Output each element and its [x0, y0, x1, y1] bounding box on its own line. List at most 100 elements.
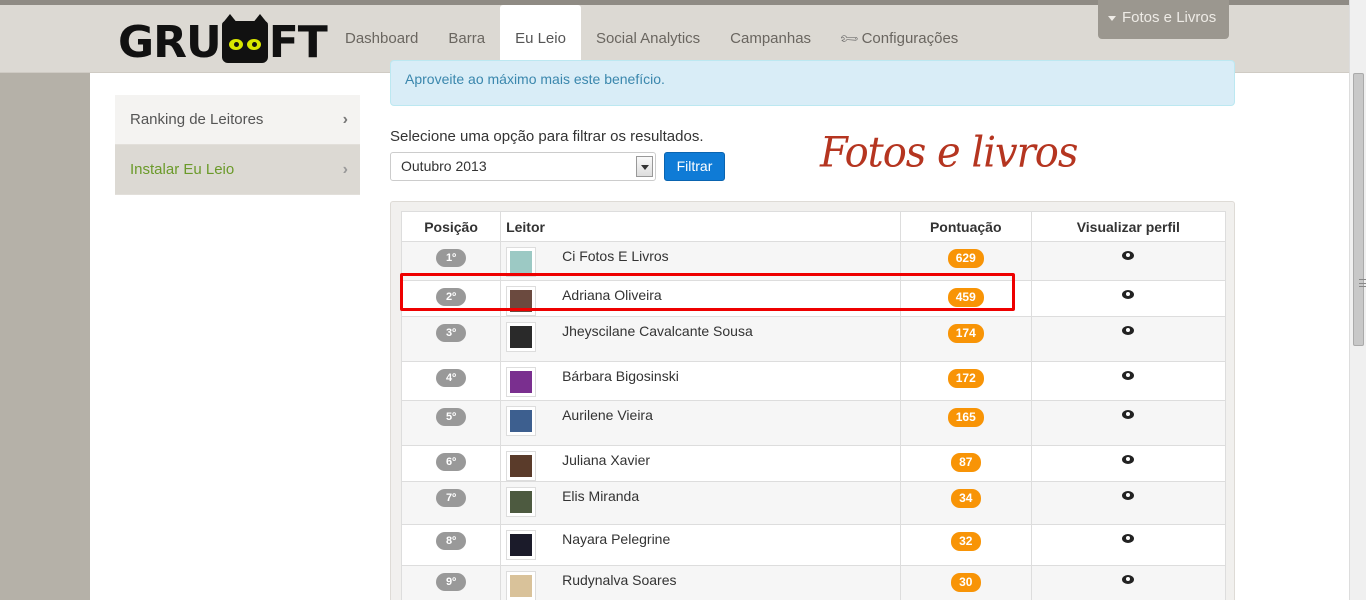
sidebar-item-label: Ranking de Leitores — [130, 111, 264, 128]
position-cell: 8º — [400, 524, 502, 566]
reader-name: Elis Miranda — [562, 488, 640, 504]
points-cell: 32 — [899, 524, 1032, 566]
eye-icon[interactable] — [1122, 410, 1135, 419]
reader-cell: Jheyscilane Cavalcante Sousa — [500, 316, 901, 362]
position-badge: 1º — [436, 249, 467, 267]
points-cell: 34 — [899, 481, 1032, 525]
table-row: 1º Ci Fotos E Livros 629 — [400, 241, 1227, 281]
eye-icon[interactable] — [1122, 290, 1135, 299]
table-row: 6º Juliana Xavier 87 — [400, 445, 1227, 482]
header-position: Posição — [400, 211, 502, 242]
points-badge: 34 — [950, 489, 981, 508]
owl-icon — [221, 14, 268, 63]
eye-icon[interactable] — [1122, 534, 1135, 543]
user-menu-button[interactable]: Fotos e Livros — [1098, 0, 1229, 39]
table-row: 9º Rudynalva Soares 30 — [400, 565, 1227, 600]
avatar[interactable] — [506, 451, 537, 481]
points-badge: 165 — [947, 408, 984, 427]
eye-icon[interactable] — [1122, 326, 1135, 335]
eye-icon[interactable] — [1122, 575, 1135, 584]
filter-label: Selecione uma opção para filtrar os resu… — [390, 128, 704, 145]
reader-name: Ci Fotos E Livros — [562, 248, 669, 264]
dropdown-arrow-icon[interactable] — [636, 156, 653, 177]
points-cell: 172 — [899, 361, 1032, 401]
reader-name: Juliana Xavier — [562, 452, 651, 468]
avatar[interactable] — [506, 487, 537, 517]
grumft-logo[interactable]: GRU FT — [118, 14, 328, 68]
filter-button[interactable]: Filtrar — [664, 152, 725, 181]
alert-text: Aproveite ao máximo mais este benefício. — [405, 71, 665, 87]
sidebar-item-ranking[interactable]: Ranking de Leitores › — [115, 95, 360, 145]
sidebar-item-instalar[interactable]: Instalar Eu Leio › — [115, 145, 360, 195]
position-badge: 6º — [436, 453, 467, 471]
position-badge: 9º — [436, 573, 467, 591]
avatar[interactable] — [506, 367, 537, 397]
sidebar-item-label: Instalar Eu Leio — [130, 161, 235, 178]
reader-cell: Nayara Pelegrine — [500, 524, 901, 566]
position-cell: 1º — [400, 241, 502, 281]
reader-name: Rudynalva Soares — [562, 572, 677, 588]
position-cell: 7º — [400, 481, 502, 525]
avatar[interactable] — [506, 286, 537, 316]
reader-name: Bárbara Bigosinski — [562, 368, 679, 384]
reader-cell: Rudynalva Soares — [500, 565, 901, 600]
table-row: 8º Nayara Pelegrine 32 — [400, 524, 1227, 566]
points-cell: 629 — [899, 241, 1032, 281]
avatar[interactable] — [506, 530, 537, 560]
points-cell: 87 — [899, 445, 1032, 482]
view-profile-cell — [1030, 361, 1227, 401]
sidebar: Ranking de Leitores › Instalar Eu Leio › — [115, 95, 360, 195]
reader-cell: Adriana Oliveira — [500, 280, 901, 317]
header-points: Pontuação — [899, 211, 1032, 242]
position-cell: 9º — [400, 565, 502, 600]
avatar[interactable] — [506, 322, 537, 352]
month-select[interactable]: Outubro 2013 — [390, 152, 656, 181]
view-profile-cell — [1030, 400, 1227, 446]
info-alert: Aproveite ao máximo mais este benefício. — [390, 60, 1235, 106]
points-badge: 87 — [950, 453, 981, 472]
reader-cell: Elis Miranda — [500, 481, 901, 525]
chevron-right-icon: › — [342, 111, 348, 128]
position-cell: 3º — [400, 316, 502, 362]
points-badge: 629 — [947, 249, 984, 268]
reader-name: Nayara Pelegrine — [562, 531, 671, 547]
view-profile-cell — [1030, 280, 1227, 317]
avatar[interactable] — [506, 247, 537, 277]
scrollbar-thumb[interactable] — [1353, 73, 1366, 346]
view-profile-cell — [1030, 316, 1227, 362]
reader-cell: Aurilene Vieira — [500, 400, 901, 446]
view-profile-cell — [1030, 524, 1227, 566]
position-badge: 3º — [436, 324, 467, 342]
view-profile-cell — [1030, 241, 1227, 281]
reader-cell: Juliana Xavier — [500, 445, 901, 482]
table-row: 5º Aurilene Vieira 165 — [400, 400, 1227, 446]
eye-icon[interactable] — [1122, 371, 1135, 380]
position-cell: 6º — [400, 445, 502, 482]
table-row: 2º Adriana Oliveira 459 — [400, 280, 1227, 317]
table-row: 3º Jheyscilane Cavalcante Sousa 174 — [400, 316, 1227, 362]
scrollbar[interactable] — [1349, 0, 1366, 600]
position-cell: 2º — [400, 280, 502, 317]
table-row: 7º Elis Miranda 34 — [400, 481, 1227, 525]
chevron-right-icon: › — [342, 161, 348, 178]
view-profile-cell — [1030, 481, 1227, 525]
header-reader: Leitor — [500, 211, 901, 242]
position-cell: 5º — [400, 400, 502, 446]
user-menu-label: Fotos e Livros — [1122, 9, 1217, 26]
header-view-profile: Visualizar perfil — [1030, 211, 1227, 242]
brand-signature: Fotos e livros — [820, 128, 1078, 178]
points-badge: 459 — [947, 288, 984, 307]
points-badge: 30 — [950, 573, 981, 592]
avatar[interactable] — [506, 571, 537, 600]
month-select-value: Outubro 2013 — [401, 158, 487, 174]
eye-icon[interactable] — [1122, 251, 1135, 260]
caret-down-icon — [1108, 15, 1116, 21]
view-profile-cell — [1030, 445, 1227, 482]
avatar[interactable] — [506, 406, 537, 436]
eye-icon[interactable] — [1122, 491, 1135, 500]
ranking-table-wrapper: Posição Leitor Pontuação Visualizar perf… — [390, 201, 1235, 600]
tab-configuracoes-label: Configurações — [861, 30, 959, 47]
position-badge: 7º — [436, 489, 467, 507]
points-cell: 30 — [899, 565, 1032, 600]
eye-icon[interactable] — [1122, 455, 1135, 464]
